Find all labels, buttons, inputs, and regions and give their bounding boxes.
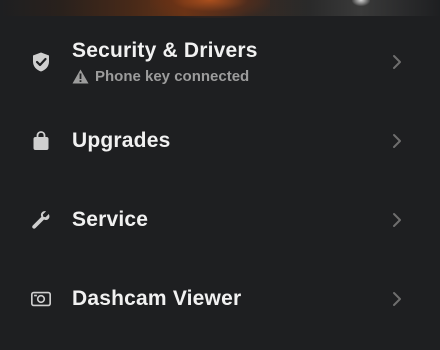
chevron-right-icon <box>393 292 401 306</box>
warning-icon <box>72 69 89 84</box>
menu-item-security-drivers[interactable]: Security & Drivers Phone key connected <box>0 32 440 92</box>
vehicle-hero-highlight <box>150 0 270 18</box>
dashcam-icon <box>30 288 52 310</box>
menu-item-upgrades[interactable]: Upgrades <box>0 111 440 171</box>
chevron-right-icon <box>393 213 401 227</box>
vehicle-hero-light <box>352 0 370 6</box>
chevron-right-icon <box>393 55 401 69</box>
menu-item-label: Dashcam Viewer <box>72 287 242 310</box>
menu-item-label: Service <box>72 208 149 231</box>
wrench-icon <box>30 209 52 231</box>
menu-item-dashcam-viewer[interactable]: Dashcam Viewer <box>0 269 440 329</box>
menu-item-label: Upgrades <box>72 129 171 152</box>
shopping-bag-icon <box>30 130 52 152</box>
chevron-right-icon <box>393 134 401 148</box>
menu-item-label: Security & Drivers <box>72 39 258 62</box>
phone-key-status-text: Phone key connected <box>95 68 250 85</box>
phone-key-status: Phone key connected <box>72 68 258 85</box>
menu-item-service[interactable]: Service <box>0 190 440 250</box>
shield-check-icon <box>30 51 52 73</box>
